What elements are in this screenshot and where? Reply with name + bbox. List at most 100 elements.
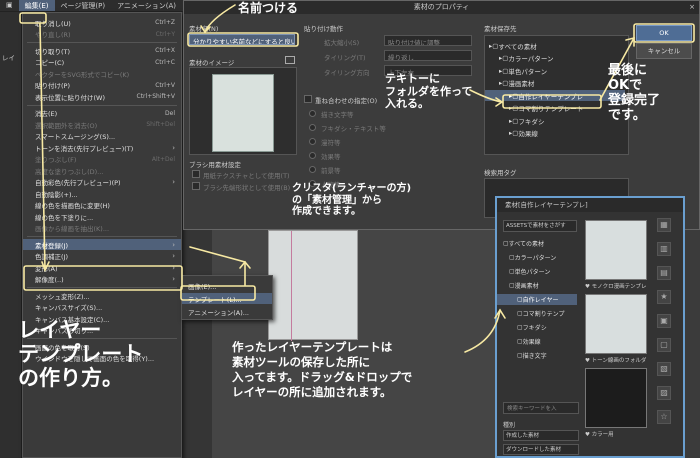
- overlap-radio-1[interactable]: [309, 124, 316, 131]
- edit-menu-item-15[interactable]: 自動彩色(先行プレビュー)(P) ›: [23, 177, 181, 188]
- edit-menu-item-14[interactable]: 高度な塗りつぶし(D)...: [23, 165, 181, 176]
- save-tree-item-6[interactable]: ▸▢ フキダシ: [485, 115, 625, 126]
- chevron-right-icon: ›: [172, 143, 175, 152]
- save-tree-item-4[interactable]: ▸▢ 自作レイヤーテンプレ: [485, 90, 625, 101]
- downloaded-material-filter[interactable]: ダウンロードした素材: [503, 444, 579, 455]
- material-tool-icon-6[interactable]: ▧: [657, 362, 671, 376]
- edit-menu-item-22[interactable]: 色調補正(J) ›: [23, 251, 181, 262]
- overlap-option-label-0: 描き文字等: [321, 111, 354, 119]
- material-tool-icon-7[interactable]: ▨: [657, 386, 671, 400]
- tree-item-label: カラーパターン: [508, 55, 554, 63]
- folder-icon[interactable]: [285, 56, 295, 64]
- material-tool-icon-8[interactable]: ☆: [657, 410, 671, 424]
- paste-row-select-1[interactable]: 繰り返し: [384, 50, 472, 61]
- created-material-filter[interactable]: 作成した素材: [503, 430, 579, 441]
- edit-menu-item-27[interactable]: キャンバスサイズ(S)...: [23, 302, 181, 313]
- overlap-radio-2[interactable]: [309, 138, 316, 145]
- edit-menu-item-1[interactable]: やり直し(R) Ctrl+Y: [23, 29, 181, 40]
- material-thumbnail-1[interactable]: [585, 294, 647, 354]
- material-tree-item-7[interactable]: ▢ 効果線: [497, 336, 577, 347]
- material-tree-item-5[interactable]: ▢ コマ割りテンプ: [497, 308, 577, 319]
- menubar-item-0[interactable]: 編集(E): [18, 0, 55, 11]
- material-tree-item-0[interactable]: ▢ すべての素材: [497, 238, 577, 249]
- material-tree-item-3[interactable]: ▢ 漫画素材: [497, 280, 577, 291]
- submenu-item-2[interactable]: アニメーション(A)...: [182, 306, 272, 317]
- edit-menu-item-7[interactable]: 表示位置に貼り付け(W) Ctrl+Shift+V: [23, 91, 181, 102]
- edit-menu-item-18[interactable]: 線の色を下塗りに...: [23, 211, 181, 222]
- material-tool-icon-2[interactable]: ▤: [657, 266, 671, 280]
- menu-item-label: 切り取り(T): [35, 47, 71, 56]
- clip-studio-note: クリスタ(ランチャーの方) の「素材管理」から 作成できます。: [292, 183, 411, 218]
- edit-menu-item-10[interactable]: 選択範囲外を消去(O) Shift+Del: [23, 119, 181, 130]
- paper-texture-checkbox[interactable]: [192, 170, 200, 178]
- material-name-input[interactable]: 分かりやすい名前などにすると良い: [189, 34, 295, 45]
- material-tree-item-4[interactable]: ▢ 自作レイヤー: [497, 294, 577, 305]
- cancel-button[interactable]: キャンセル: [636, 43, 692, 59]
- overlap-radio-4[interactable]: [309, 166, 316, 173]
- save-tree-item-7[interactable]: ▸▢ 効果線: [485, 128, 625, 139]
- save-tree-item-0[interactable]: ▸▢ すべての素材: [485, 40, 625, 51]
- edit-menu-item-21[interactable]: 素材登録(J) ›: [23, 239, 181, 250]
- submenu-item-0[interactable]: 画像(E)...: [182, 280, 272, 291]
- save-tree-item-2[interactable]: ▸▢ 単色パターン: [485, 65, 625, 76]
- material-tool-icon-4[interactable]: ▣: [657, 314, 671, 328]
- material-tree-item-1[interactable]: ▢ カラーパターン: [497, 252, 577, 263]
- edit-menu-item-12[interactable]: トーンを消去(先行プレビュー)(T) ›: [23, 142, 181, 153]
- menubar-item-1[interactable]: ページ管理(P): [55, 0, 112, 11]
- material-thumbnail-0[interactable]: [585, 220, 647, 280]
- save-tree-item-5[interactable]: ▸▢ コマ割りテンプレート: [485, 103, 625, 114]
- menu-item-shortcut: Ctrl+V: [155, 81, 175, 89]
- menu-item-shortcut: Alt+Del: [151, 155, 175, 163]
- ok-note-line-2: 登録完了: [608, 92, 661, 108]
- material-tool-icon-1[interactable]: ▥: [657, 242, 671, 256]
- material-thumbnail-2[interactable]: [585, 368, 647, 428]
- material-tool-icon-0[interactable]: ▦: [657, 218, 671, 232]
- edit-menu-item-17[interactable]: 線の色を描画色に変更(H): [23, 200, 181, 211]
- save-tree-item-1[interactable]: ▸▢ カラーパターン: [485, 53, 625, 64]
- canvas-guide-line: [291, 231, 292, 341]
- edit-menu-item-4[interactable]: コピー(C) Ctrl+C: [23, 57, 181, 68]
- edit-menu-item-24[interactable]: 解像度(..) ›: [23, 274, 181, 285]
- menu-item-label: 消去(E): [35, 110, 58, 118]
- material-search-input[interactable]: 検索キーワードを入: [503, 402, 579, 414]
- material-tool-icon-5[interactable]: ▢: [657, 338, 671, 352]
- tree-item-label: 漫画素材: [514, 283, 539, 290]
- overlap-checkbox[interactable]: [304, 95, 312, 103]
- material-tree-item-8[interactable]: ▢ 描き文字: [497, 350, 577, 361]
- title-note-line-1: テンプレート: [18, 342, 144, 367]
- assets-search-row[interactable]: ASSETSで素材をさがす: [503, 220, 577, 232]
- overlap-radio-3[interactable]: [309, 152, 316, 159]
- save-tree-item-3[interactable]: ▸▢ 漫画素材: [485, 78, 625, 89]
- edit-menu-item-0[interactable]: 取り消し(U) Ctrl+Z: [23, 17, 181, 28]
- material-tool-icon-3[interactable]: ★: [657, 290, 671, 304]
- submenu-item-1[interactable]: テンプレート(L)...: [182, 293, 272, 304]
- edit-menu-item-11[interactable]: スマートスムージング(S)...: [23, 131, 181, 142]
- overlap-option-label-4: 前景等: [321, 167, 341, 175]
- menu-item-label: 自動彩色(先行プレビュー)(P): [35, 179, 121, 187]
- overlap-label: 重ね合わせの指定(O): [315, 97, 378, 105]
- edit-menu-item-19[interactable]: 画像から線画を抽出(K)...: [23, 223, 181, 234]
- edit-menu-item-5[interactable]: ベクターをSVG形式でコピー(K): [23, 68, 181, 79]
- edit-menu-item-3[interactable]: 切り取り(T) Ctrl+X: [23, 45, 181, 56]
- menubar-item-icon[interactable]: ▣: [0, 0, 19, 11]
- menubar-item-2[interactable]: アニメーション(A): [111, 0, 182, 11]
- edit-menu-item-13[interactable]: 塗りつぶし(F) Alt+Del: [23, 154, 181, 165]
- material-tree-item-2[interactable]: ▢ 単色パターン: [497, 266, 577, 277]
- edit-menu-item-23[interactable]: 変形(A) ›: [23, 262, 181, 273]
- overlap-radio-0[interactable]: [309, 110, 316, 117]
- paste-row-select-0[interactable]: 貼り付け値に調整: [384, 35, 472, 46]
- edit-menu-item-16[interactable]: 自動陰影(+)...: [23, 188, 181, 199]
- edit-menu-item-26[interactable]: メッシュ変形(Z)...: [23, 290, 181, 301]
- material-image-thumb: [212, 74, 274, 152]
- edit-menu-item-6[interactable]: 貼り付け(P) Ctrl+V: [23, 80, 181, 91]
- ok-button[interactable]: OK: [636, 25, 692, 41]
- edit-menu: 取り消し(U) Ctrl+Z やり直し(R) Ctrl+Y 切り取り(T) Ctrl+X コ…: [22, 12, 182, 458]
- material-tree-item-6[interactable]: ▢ フキダシ: [497, 322, 577, 333]
- tree-item-label: フキダシ: [518, 117, 545, 126]
- close-icon[interactable]: ×: [689, 1, 695, 14]
- brush-tip-checkbox[interactable]: [192, 182, 200, 190]
- canvas-paper[interactable]: [268, 230, 358, 341]
- menu-item-label: 自動陰影(+)...: [35, 190, 78, 199]
- edit-menu-item-9[interactable]: 消去(E) Del: [23, 108, 181, 119]
- made-note-line-0: 作ったレイヤーテンプレートは: [232, 340, 393, 354]
